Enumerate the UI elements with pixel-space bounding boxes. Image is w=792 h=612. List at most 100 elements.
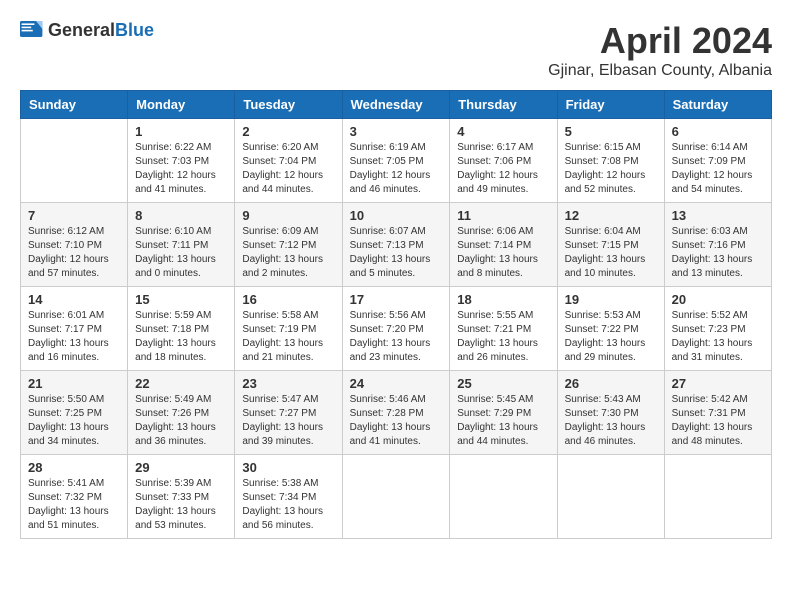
calendar-cell: 7 Sunrise: 6:12 AM Sunset: 7:10 PM Daylig… (21, 203, 128, 287)
day-number: 2 (242, 124, 334, 139)
logo-general: General (48, 20, 115, 40)
day-info: Sunrise: 5:59 AM Sunset: 7:18 PM Dayligh… (135, 309, 227, 365)
week-row-5: 28Sunrise: 5:41 AM Sunset: 7:32 PM Dayli… (21, 455, 772, 539)
week-row-2: 7 Sunrise: 6:12 AM Sunset: 7:10 PM Daylig… (21, 203, 772, 287)
day-info: Sunrise: 5:50 AM Sunset: 7:25 PM Dayligh… (28, 393, 120, 449)
logo-blue: Blue (115, 20, 154, 40)
day-number: 14 (28, 292, 120, 307)
day-number: 11 (457, 208, 549, 223)
day-info: Sunrise: 5:38 AM Sunset: 7:34 PM Dayligh… (242, 477, 334, 533)
day-info: Sunrise: 5:52 AM Sunset: 7:23 PM Dayligh… (672, 309, 764, 365)
day-number: 1 (135, 124, 227, 139)
month-title: April 2024 (548, 20, 772, 62)
day-number: 17 (350, 292, 443, 307)
day-info: Sunrise: 6:15 AM Sunset: 7:08 PM Dayligh… (565, 141, 657, 197)
calendar-cell (664, 455, 771, 539)
calendar-cell: 9Sunrise: 6:09 AM Sunset: 7:12 PM Daylig… (235, 203, 342, 287)
logo-text: GeneralBlue (48, 20, 154, 41)
weekday-header-tuesday: Tuesday (235, 91, 342, 119)
calendar-cell: 14 Sunrise: 6:01 AM Sunset: 7:17 PM Dayli… (21, 287, 128, 371)
calendar-cell: 19Sunrise: 5:53 AM Sunset: 7:22 PM Dayli… (557, 287, 664, 371)
calendar-cell: 15 Sunrise: 5:59 AM Sunset: 7:18 PM Dayli… (128, 287, 235, 371)
weekday-header-saturday: Saturday (664, 91, 771, 119)
day-info: Sunrise: 6:20 AM Sunset: 7:04 PM Dayligh… (242, 141, 334, 197)
weekday-header-wednesday: Wednesday (342, 91, 450, 119)
calendar-cell: 17 Sunrise: 5:56 AM Sunset: 7:20 PM Dayli… (342, 287, 450, 371)
day-info: Sunrise: 6:09 AM Sunset: 7:12 PM Dayligh… (242, 225, 334, 281)
calendar-cell: 21 Sunrise: 5:50 AM Sunset: 7:25 PM Dayli… (21, 371, 128, 455)
day-number: 21 (28, 376, 120, 391)
calendar-cell: 2 Sunrise: 6:20 AM Sunset: 7:04 PM Daylig… (235, 119, 342, 203)
week-row-4: 21 Sunrise: 5:50 AM Sunset: 7:25 PM Dayli… (21, 371, 772, 455)
day-number: 22 (135, 376, 227, 391)
calendar-cell: 18 Sunrise: 5:55 AM Sunset: 7:21 PM Dayli… (450, 287, 557, 371)
day-info: Sunrise: 5:46 AM Sunset: 7:28 PM Dayligh… (350, 393, 443, 449)
title-area: April 2024 Gjinar, Elbasan County, Alban… (548, 20, 772, 80)
day-info: Sunrise: 5:53 AM Sunset: 7:22 PM Dayligh… (565, 309, 657, 365)
day-info: Sunrise: 6:12 AM Sunset: 7:10 PM Dayligh… (28, 225, 120, 281)
day-info: Sunrise: 6:06 AM Sunset: 7:14 PM Dayligh… (457, 225, 549, 281)
calendar-cell: 11 Sunrise: 6:06 AM Sunset: 7:14 PM Dayli… (450, 203, 557, 287)
calendar-cell: 20 Sunrise: 5:52 AM Sunset: 7:23 PM Dayli… (664, 287, 771, 371)
day-info: Sunrise: 5:42 AM Sunset: 7:31 PM Dayligh… (672, 393, 764, 449)
week-row-3: 14 Sunrise: 6:01 AM Sunset: 7:17 PM Dayli… (21, 287, 772, 371)
day-number: 4 (457, 124, 549, 139)
day-info: Sunrise: 6:14 AM Sunset: 7:09 PM Dayligh… (672, 141, 764, 197)
header: GeneralBlue April 2024 Gjinar, Elbasan C… (20, 20, 772, 80)
day-number: 27 (672, 376, 764, 391)
calendar-cell: 28Sunrise: 5:41 AM Sunset: 7:32 PM Dayli… (21, 455, 128, 539)
calendar-cell: 29Sunrise: 5:39 AM Sunset: 7:33 PM Dayli… (128, 455, 235, 539)
day-number: 29 (135, 460, 227, 475)
day-info: Sunrise: 6:17 AM Sunset: 7:06 PM Dayligh… (457, 141, 549, 197)
day-number: 10 (350, 208, 443, 223)
day-info: Sunrise: 6:19 AM Sunset: 7:05 PM Dayligh… (350, 141, 443, 197)
calendar-cell: 10Sunrise: 6:07 AM Sunset: 7:13 PM Dayli… (342, 203, 450, 287)
calendar-cell: 22 Sunrise: 5:49 AM Sunset: 7:26 PM Dayli… (128, 371, 235, 455)
calendar-cell: 6 Sunrise: 6:14 AM Sunset: 7:09 PM Daylig… (664, 119, 771, 203)
weekday-header-row: SundayMondayTuesdayWednesdayThursdayFrid… (21, 91, 772, 119)
day-number: 24 (350, 376, 443, 391)
day-number: 3 (350, 124, 443, 139)
day-number: 23 (242, 376, 334, 391)
day-info: Sunrise: 6:04 AM Sunset: 7:15 PM Dayligh… (565, 225, 657, 281)
calendar-cell: 26Sunrise: 5:43 AM Sunset: 7:30 PM Dayli… (557, 371, 664, 455)
calendar-cell: 1 Sunrise: 6:22 AM Sunset: 7:03 PM Daylig… (128, 119, 235, 203)
calendar-cell: 8Sunrise: 6:10 AM Sunset: 7:11 PM Daylig… (128, 203, 235, 287)
calendar-cell (342, 455, 450, 539)
day-info: Sunrise: 5:49 AM Sunset: 7:26 PM Dayligh… (135, 393, 227, 449)
day-number: 13 (672, 208, 764, 223)
calendar-table: SundayMondayTuesdayWednesdayThursdayFrid… (20, 90, 772, 539)
weekday-header-thursday: Thursday (450, 91, 557, 119)
day-info: Sunrise: 5:45 AM Sunset: 7:29 PM Dayligh… (457, 393, 549, 449)
day-number: 18 (457, 292, 549, 307)
day-number: 20 (672, 292, 764, 307)
week-row-1: 1 Sunrise: 6:22 AM Sunset: 7:03 PM Daylig… (21, 119, 772, 203)
calendar-cell: 4 Sunrise: 6:17 AM Sunset: 7:06 PM Daylig… (450, 119, 557, 203)
logo: GeneralBlue (20, 20, 154, 41)
weekday-header-sunday: Sunday (21, 91, 128, 119)
day-number: 6 (672, 124, 764, 139)
day-info: Sunrise: 5:47 AM Sunset: 7:27 PM Dayligh… (242, 393, 334, 449)
calendar-cell: 27 Sunrise: 5:42 AM Sunset: 7:31 PM Dayli… (664, 371, 771, 455)
logo-icon (20, 21, 44, 41)
day-info: Sunrise: 5:55 AM Sunset: 7:21 PM Dayligh… (457, 309, 549, 365)
day-number: 30 (242, 460, 334, 475)
day-info: Sunrise: 5:56 AM Sunset: 7:20 PM Dayligh… (350, 309, 443, 365)
calendar-cell (557, 455, 664, 539)
day-info: Sunrise: 5:43 AM Sunset: 7:30 PM Dayligh… (565, 393, 657, 449)
calendar-cell: 12 Sunrise: 6:04 AM Sunset: 7:15 PM Dayli… (557, 203, 664, 287)
calendar-cell: 23 Sunrise: 5:47 AM Sunset: 7:27 PM Dayli… (235, 371, 342, 455)
day-info: Sunrise: 6:01 AM Sunset: 7:17 PM Dayligh… (28, 309, 120, 365)
day-number: 8 (135, 208, 227, 223)
weekday-header-monday: Monday (128, 91, 235, 119)
day-info: Sunrise: 5:58 AM Sunset: 7:19 PM Dayligh… (242, 309, 334, 365)
weekday-header-friday: Friday (557, 91, 664, 119)
calendar-cell: 25Sunrise: 5:45 AM Sunset: 7:29 PM Dayli… (450, 371, 557, 455)
calendar-cell: 5 Sunrise: 6:15 AM Sunset: 7:08 PM Daylig… (557, 119, 664, 203)
day-info: Sunrise: 6:22 AM Sunset: 7:03 PM Dayligh… (135, 141, 227, 197)
day-number: 5 (565, 124, 657, 139)
day-number: 15 (135, 292, 227, 307)
calendar-cell: 3 Sunrise: 6:19 AM Sunset: 7:05 PM Daylig… (342, 119, 450, 203)
day-number: 12 (565, 208, 657, 223)
day-number: 7 (28, 208, 120, 223)
